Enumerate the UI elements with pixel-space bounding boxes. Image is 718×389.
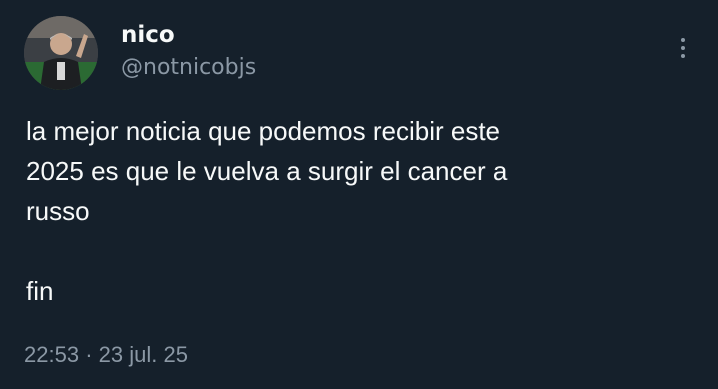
tweet-line: la mejor noticia que podemos recibir est… [26, 116, 501, 146]
tweet-card: nico @notnicobjs la mejor noticia que po… [0, 0, 718, 389]
tweet-text: la mejor noticia que podemos recibir est… [26, 111, 686, 311]
tweet-date: 23 jul. 25 [98, 342, 188, 367]
dot [681, 46, 685, 50]
more-options-icon[interactable] [668, 32, 698, 64]
display-name[interactable]: nico [121, 20, 175, 50]
avatar[interactable] [24, 16, 98, 90]
user-handle[interactable]: @notnicobjs [121, 53, 256, 83]
line-break [26, 231, 686, 271]
tweet-line: 2025 es que le vuelva a surgir el cancer… [26, 156, 508, 186]
dot [681, 38, 685, 42]
tweet-line: fin [26, 276, 54, 306]
tweet-time: 22:53 [24, 342, 80, 367]
timestamp[interactable]: 22:53 · 23 jul. 25 [24, 340, 188, 370]
dot [681, 54, 685, 58]
profile-photo-icon [24, 16, 98, 90]
meta-separator: · [85, 342, 93, 367]
tweet-line: russo [26, 196, 90, 226]
